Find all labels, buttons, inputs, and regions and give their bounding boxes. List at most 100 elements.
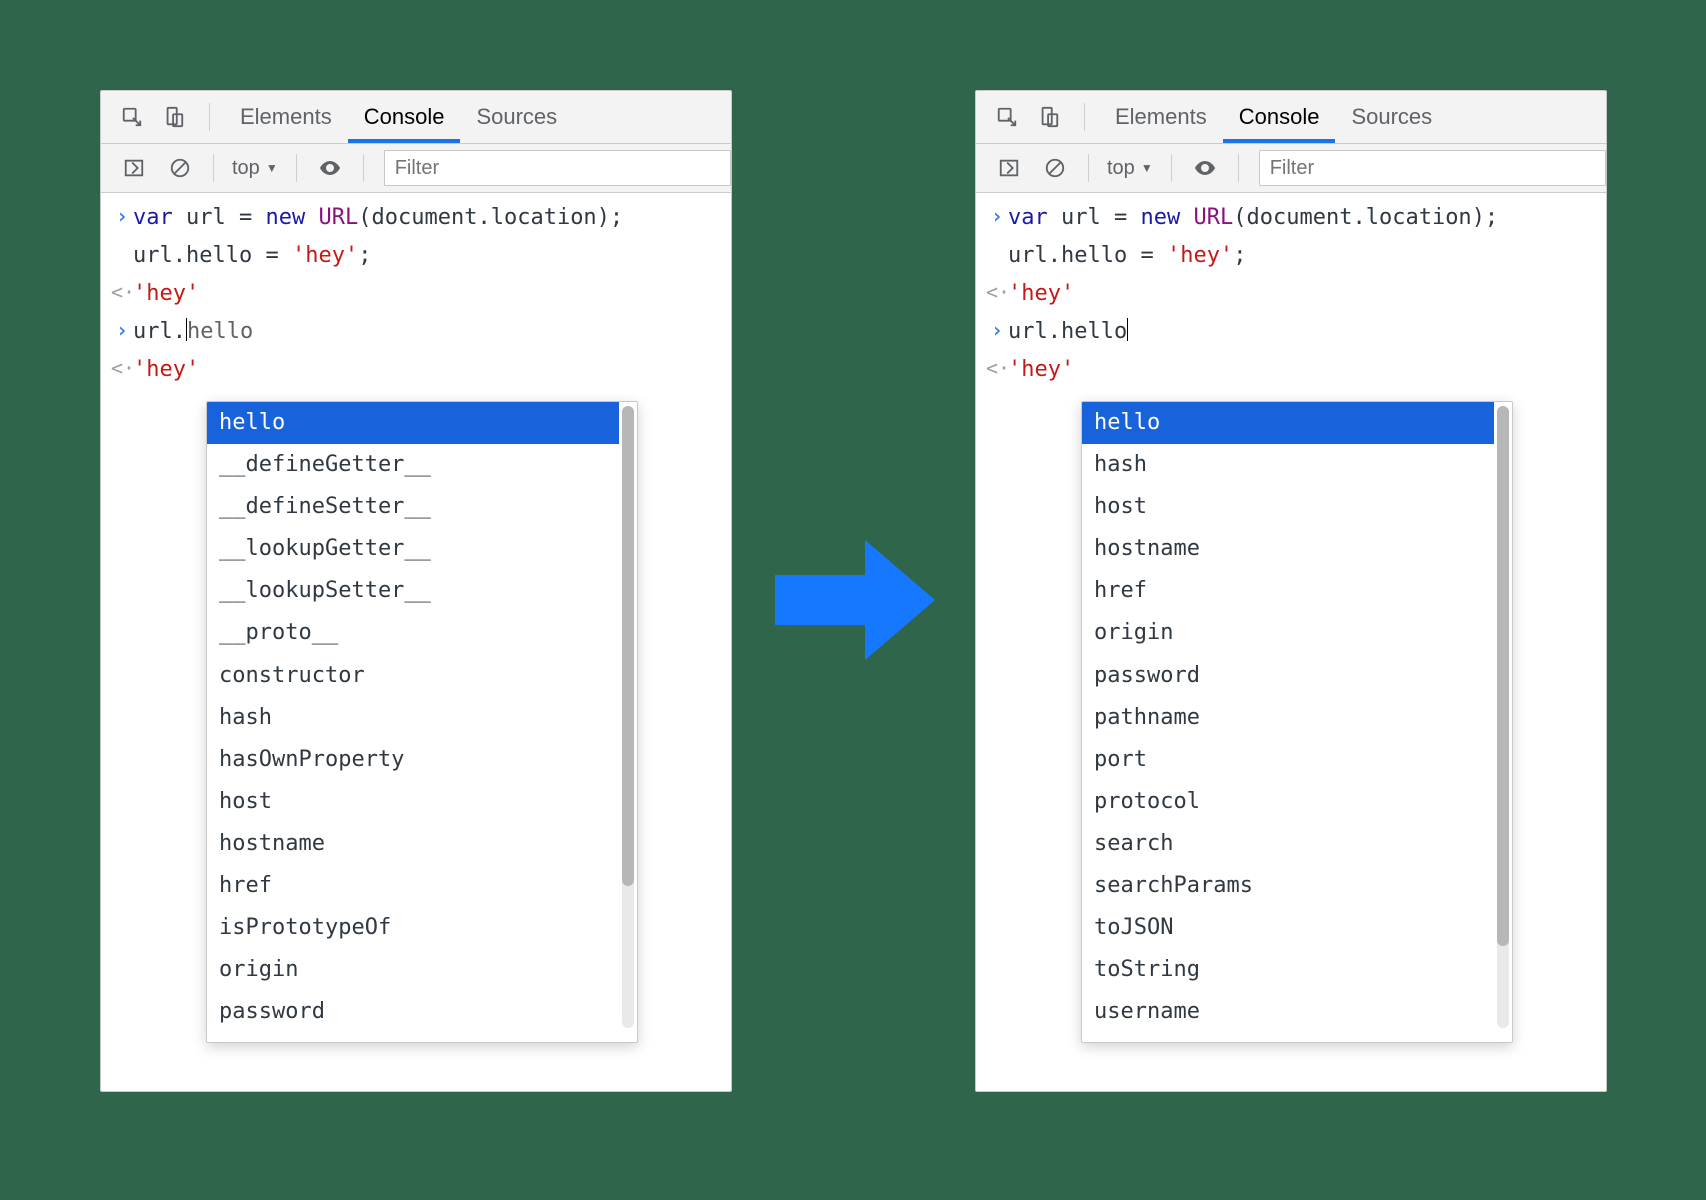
- autocomplete-item[interactable]: host: [207, 781, 619, 823]
- eye-icon[interactable]: [317, 155, 343, 181]
- context-label: top: [232, 157, 260, 180]
- tab-sources[interactable]: Sources: [460, 91, 573, 143]
- context-selector[interactable]: top ▼: [1099, 155, 1161, 182]
- console-body[interactable]: › var url = new URL(document.location); …: [976, 193, 1606, 389]
- code-line: var url = new URL(document.location);: [1008, 201, 1498, 235]
- autocomplete-item[interactable]: hello: [207, 402, 619, 444]
- clear-console-icon[interactable]: [167, 155, 193, 181]
- sidebar-toggle-icon[interactable]: [996, 155, 1022, 181]
- separator: [1088, 154, 1089, 182]
- result-value: 'hey': [133, 353, 199, 387]
- autocomplete-item[interactable]: href: [207, 865, 619, 907]
- prompt-icon: ›: [111, 315, 133, 346]
- separator: [296, 154, 297, 182]
- filter-input[interactable]: [384, 150, 731, 186]
- scrollbar-thumb[interactable]: [1497, 406, 1509, 946]
- autocomplete-popup[interactable]: hellohashhosthostnamehreforiginpasswordp…: [1081, 401, 1513, 1043]
- autocomplete-popup[interactable]: hello__defineGetter____defineSetter____l…: [206, 401, 638, 1043]
- separator: [209, 103, 210, 131]
- tab-elements[interactable]: Elements: [1099, 91, 1223, 143]
- console-result-row: <· 'hey': [976, 351, 1606, 389]
- autocomplete-item[interactable]: search: [1082, 823, 1494, 865]
- console-input-row: › url.hello: [976, 313, 1606, 351]
- clear-console-icon[interactable]: [1042, 155, 1068, 181]
- tab-sources[interactable]: Sources: [1335, 91, 1448, 143]
- autocomplete-item[interactable]: isPrototypeOf: [207, 907, 619, 949]
- code-line: var url = new URL(document.location);: [133, 201, 623, 235]
- autocomplete-item[interactable]: __lookupGetter__: [207, 528, 619, 570]
- console-input-row: url.hello = 'hey';: [101, 237, 731, 275]
- autocomplete-item[interactable]: password: [1082, 655, 1494, 697]
- autocomplete-item[interactable]: password: [207, 991, 619, 1033]
- autocomplete-item[interactable]: hello: [1082, 402, 1494, 444]
- console-result-row: <· 'hey': [976, 275, 1606, 313]
- device-toolbar-icon[interactable]: [1036, 104, 1062, 130]
- autocomplete-item[interactable]: __defineGetter__: [1082, 1033, 1494, 1042]
- context-label: top: [1107, 157, 1135, 180]
- filter-input[interactable]: [1259, 150, 1606, 186]
- autocomplete-item[interactable]: pathname: [1082, 697, 1494, 739]
- eye-icon[interactable]: [1192, 155, 1218, 181]
- autocomplete-item[interactable]: constructor: [207, 655, 619, 697]
- autocomplete-item[interactable]: hash: [1082, 444, 1494, 486]
- devtools-panel-right: Elements Console Sources top ▼: [975, 90, 1607, 1092]
- autocomplete-item[interactable]: __proto__: [207, 612, 619, 654]
- result-icon: <·: [111, 353, 133, 384]
- autocomplete-item[interactable]: __defineSetter__: [207, 486, 619, 528]
- separator: [1238, 154, 1239, 182]
- text-cursor: [1127, 318, 1128, 341]
- autocomplete-item[interactable]: hostname: [1082, 528, 1494, 570]
- tab-console[interactable]: Console: [348, 91, 461, 143]
- autocomplete-item[interactable]: username: [1082, 991, 1494, 1033]
- separator: [213, 154, 214, 182]
- separator: [1084, 103, 1085, 131]
- autocomplete-item[interactable]: __lookupSetter__: [207, 570, 619, 612]
- autocomplete-list[interactable]: hello__defineGetter____defineSetter____l…: [207, 402, 637, 1042]
- autocomplete-item[interactable]: __defineGetter__: [207, 444, 619, 486]
- context-selector[interactable]: top ▼: [224, 155, 286, 182]
- devtools-panel-left: Elements Console Sources top ▼: [100, 90, 732, 1092]
- console-body[interactable]: › var url = new URL(document.location); …: [101, 193, 731, 389]
- tab-elements[interactable]: Elements: [224, 91, 348, 143]
- autocomplete-item[interactable]: toJSON: [1082, 907, 1494, 949]
- tab-console[interactable]: Console: [1223, 91, 1336, 143]
- autocomplete-item[interactable]: origin: [207, 949, 619, 991]
- autocomplete-item[interactable]: toString: [1082, 949, 1494, 991]
- console-input-row: › var url = new URL(document.location);: [976, 199, 1606, 237]
- autocomplete-item[interactable]: href: [1082, 570, 1494, 612]
- result-icon: <·: [986, 353, 1008, 384]
- autocomplete-item[interactable]: origin: [1082, 612, 1494, 654]
- console-input-row: › var url = new URL(document.location);: [101, 199, 731, 237]
- result-value: 'hey': [133, 277, 199, 311]
- console-result-row: <· 'hey': [101, 351, 731, 389]
- console-toolbar: top ▼: [976, 144, 1606, 193]
- autocomplete-item[interactable]: host: [1082, 486, 1494, 528]
- device-toolbar-icon[interactable]: [161, 104, 187, 130]
- code-line: url.hello: [133, 315, 253, 349]
- result-icon: <·: [986, 277, 1008, 308]
- separator: [363, 154, 364, 182]
- inspect-icon[interactable]: [119, 104, 145, 130]
- scrollbar-thumb[interactable]: [622, 406, 634, 886]
- result-icon: <·: [111, 277, 133, 308]
- autocomplete-item[interactable]: protocol: [1082, 781, 1494, 823]
- autocomplete-item[interactable]: hash: [207, 697, 619, 739]
- sidebar-toggle-icon[interactable]: [121, 155, 147, 181]
- console-result-row: <· 'hey': [101, 275, 731, 313]
- console-toolbar: top ▼: [101, 144, 731, 193]
- autocomplete-item[interactable]: hasOwnProperty: [207, 739, 619, 781]
- autocomplete-item[interactable]: port: [1082, 739, 1494, 781]
- tab-bar: Elements Console Sources: [101, 91, 731, 144]
- autocomplete-item[interactable]: hostname: [207, 823, 619, 865]
- autocomplete-list[interactable]: hellohashhosthostnamehreforiginpasswordp…: [1082, 402, 1512, 1042]
- chevron-down-icon: ▼: [1141, 161, 1153, 175]
- chevron-down-icon: ▼: [266, 161, 278, 175]
- inspect-icon[interactable]: [994, 104, 1020, 130]
- autocomplete-item[interactable]: pathname: [207, 1033, 619, 1042]
- tab-bar: Elements Console Sources: [976, 91, 1606, 144]
- prompt-icon: ›: [111, 201, 133, 232]
- prompt-icon: ›: [986, 201, 1008, 232]
- console-input-row: url.hello = 'hey';: [976, 237, 1606, 275]
- result-value: 'hey': [1008, 353, 1074, 387]
- autocomplete-item[interactable]: searchParams: [1082, 865, 1494, 907]
